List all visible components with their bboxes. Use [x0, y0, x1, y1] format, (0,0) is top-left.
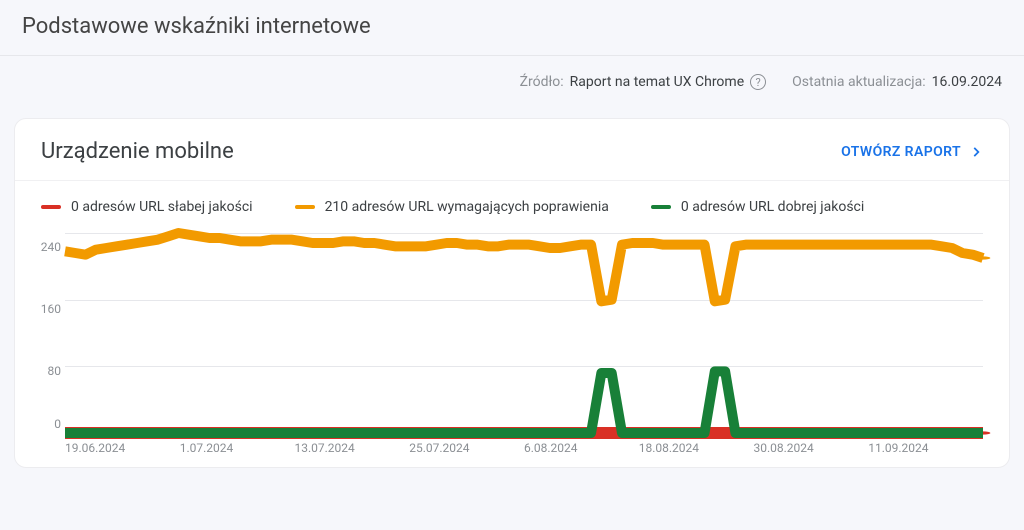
- x-tick: 13.07.2024: [295, 441, 410, 455]
- legend-item-good: 0 adresów URL dobrej jakości: [651, 199, 864, 215]
- open-report-label: OTWÓRZ RAPORT: [841, 144, 961, 160]
- y-tick: 160: [37, 302, 61, 316]
- help-icon[interactable]: ?: [750, 74, 766, 90]
- swatch-poor: [41, 205, 61, 209]
- x-tick: 6.08.2024: [524, 441, 639, 455]
- page-title: Podstawowe wskaźniki internetowe: [22, 14, 1002, 39]
- source-meta: Źródło: Raport na temat UX Chrome ?: [520, 74, 767, 90]
- legend: 0 adresów URL słabej jakości 210 adresów…: [15, 181, 1009, 221]
- legend-label-good: 0 adresów URL dobrej jakości: [681, 199, 864, 215]
- x-tick: 19.06.2024: [65, 441, 180, 455]
- plot-svg: [65, 233, 983, 433]
- source-label: Źródło:: [520, 74, 564, 90]
- legend-item-needs: 210 adresów URL wymagających poprawienia: [295, 199, 609, 215]
- updated-value: 16.09.2024: [932, 74, 1002, 90]
- y-axis: 240 160 80 0: [37, 233, 61, 433]
- x-tick: 30.08.2024: [754, 441, 869, 455]
- card-title: Urządzenie mobilne: [41, 139, 234, 164]
- y-tick: 80: [37, 364, 61, 378]
- open-report-button[interactable]: OTWÓRZ RAPORT: [841, 144, 983, 160]
- legend-label-poor: 0 adresów URL słabej jakości: [71, 199, 253, 215]
- mobile-card: Urządzenie mobilne OTWÓRZ RAPORT 0 adres…: [14, 118, 1010, 468]
- y-tick: 0: [37, 417, 61, 431]
- legend-item-poor: 0 adresów URL słabej jakości: [41, 199, 253, 215]
- x-tick: 25.07.2024: [409, 441, 524, 455]
- swatch-needs: [295, 205, 315, 209]
- x-tick: 1.07.2024: [180, 441, 295, 455]
- updated-label: Ostatnia aktualizacja:: [792, 74, 926, 90]
- updated-meta: Ostatnia aktualizacja: 16.09.2024: [792, 74, 1002, 90]
- swatch-good: [651, 205, 671, 209]
- x-tick: 11.09.2024: [868, 441, 983, 455]
- chevron-right-icon: [969, 145, 983, 159]
- y-tick: 240: [37, 240, 61, 254]
- x-tick: 18.08.2024: [639, 441, 754, 455]
- legend-label-needs: 210 adresów URL wymagających poprawienia: [325, 199, 609, 215]
- source-link[interactable]: Raport na temat UX Chrome: [570, 74, 744, 90]
- chart: 240 160 80 0 19.06.2024 1.07.2024 13.07.…: [15, 221, 1009, 455]
